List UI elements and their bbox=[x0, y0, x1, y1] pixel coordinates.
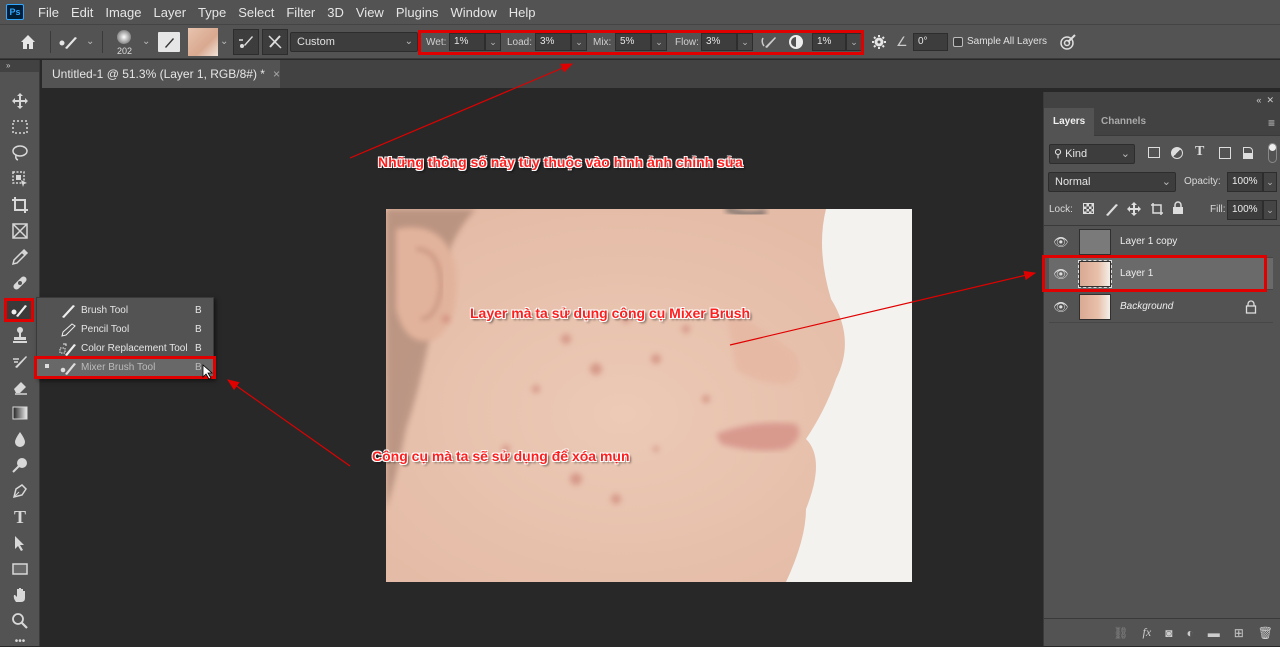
color-replacement-icon bbox=[59, 343, 76, 356]
layers-panel-footer: ⛓ fx ◙ ◐ ▬ ⊞ 🗑 bbox=[1044, 618, 1280, 646]
fx-icon[interactable]: fx bbox=[1143, 625, 1152, 640]
annotation-tool: Công cụ mà ta sẽ sử dụng để xóa mụn bbox=[372, 448, 630, 464]
tab-channels[interactable]: Channels bbox=[1092, 108, 1155, 136]
layer-row-layer-1-copy[interactable]: 👁 Layer 1 copy bbox=[1049, 226, 1273, 258]
close-panel-icon[interactable]: ✕ bbox=[1266, 95, 1274, 105]
lock-artboard-icon[interactable] bbox=[1150, 202, 1164, 216]
shortcut-key: B bbox=[195, 343, 202, 354]
chevron-down-icon: ⌄ bbox=[1120, 148, 1130, 160]
search-icon: ⚲ bbox=[1054, 148, 1063, 160]
arrow-to-options bbox=[349, 63, 574, 159]
mixer-brush-icon bbox=[60, 362, 76, 375]
annotation-layer: Layer mà ta sử dụng công cụ Mixer Brush bbox=[470, 305, 751, 321]
shortcut-key: B bbox=[195, 324, 202, 335]
fill-input[interactable]: 100% bbox=[1227, 200, 1263, 220]
adjustment-layer-filter-icon[interactable] bbox=[1171, 147, 1183, 159]
brush-tools-flyout: Brush Tool B Pencil Tool B Color Replace… bbox=[36, 297, 215, 379]
visibility-eye-icon[interactable]: 👁 bbox=[1049, 267, 1073, 281]
brush-icon bbox=[62, 304, 75, 318]
flyout-label: Mixer Brush Tool bbox=[81, 362, 156, 373]
chevron-down-icon: ⌄ bbox=[1161, 176, 1171, 188]
lock-all-icon[interactable] bbox=[1172, 201, 1184, 215]
flyout-item-color-replacement-tool[interactable]: Color Replacement Tool B bbox=[37, 339, 215, 358]
lock-transparent-pixels-icon[interactable] bbox=[1083, 203, 1094, 214]
flyout-item-pencil-tool[interactable]: Pencil Tool B bbox=[37, 320, 215, 339]
layer-row-layer-1[interactable]: 👁 Layer 1 bbox=[1049, 258, 1273, 290]
selected-indicator bbox=[45, 364, 49, 368]
flyout-item-mixer-brush-tool[interactable]: Mixer Brush Tool B bbox=[37, 358, 215, 377]
fill-label: Fill: bbox=[1210, 204, 1226, 215]
blend-mode-value: Normal bbox=[1055, 176, 1091, 188]
tab-layers[interactable]: Layers bbox=[1044, 108, 1095, 136]
pixel-layer-filter-icon[interactable] bbox=[1148, 147, 1160, 158]
lock-label: Lock: bbox=[1049, 204, 1073, 215]
layer-name: Background bbox=[1120, 301, 1174, 312]
shape-layer-filter-icon[interactable] bbox=[1219, 147, 1231, 159]
layer-row-background[interactable]: 👁 Background bbox=[1049, 291, 1273, 323]
layer-thumbnail bbox=[1079, 293, 1111, 320]
lock-image-pixels-icon[interactable] bbox=[1105, 202, 1119, 216]
adjustment-layer-icon[interactable]: ◐ bbox=[1186, 626, 1193, 640]
filter-toggle[interactable] bbox=[1268, 143, 1277, 163]
panel-header: « ✕ bbox=[1044, 92, 1280, 108]
type-layer-filter-icon[interactable]: T bbox=[1195, 144, 1204, 160]
lock-position-icon[interactable] bbox=[1127, 202, 1141, 216]
visibility-eye-icon[interactable]: 👁 bbox=[1049, 235, 1073, 249]
arrow-to-layer bbox=[729, 270, 1037, 346]
filter-value: Kind bbox=[1065, 148, 1088, 160]
panel-menu-icon[interactable]: ≡ bbox=[1268, 116, 1275, 130]
arrow-to-tool bbox=[227, 379, 351, 467]
flyout-label: Pencil Tool bbox=[81, 324, 130, 335]
pencil-icon bbox=[61, 322, 76, 337]
opacity-dropdown[interactable]: ⌄ bbox=[1263, 172, 1277, 192]
layer-filter-select[interactable]: ⚲ Kind ⌄ bbox=[1049, 144, 1135, 164]
new-layer-icon[interactable]: ⊞ bbox=[1234, 626, 1244, 640]
layer-name: Layer 1 copy bbox=[1120, 236, 1178, 247]
opacity-input[interactable]: 100% bbox=[1227, 172, 1263, 192]
flyout-label: Color Replacement Tool bbox=[81, 343, 188, 354]
lock-icon bbox=[1245, 299, 1257, 314]
opacity-label: Opacity: bbox=[1184, 176, 1221, 187]
layer-thumbnail bbox=[1078, 259, 1112, 288]
link-layers-icon[interactable]: ⛓ bbox=[1113, 626, 1128, 640]
new-group-icon[interactable]: ▬ bbox=[1208, 626, 1220, 640]
trash-icon[interactable]: 🗑 bbox=[1258, 626, 1273, 640]
smart-object-filter-icon[interactable] bbox=[1243, 147, 1253, 159]
layers-panel: « ✕ Layers Channels ≡ ⚲ Kind ⌄ T Normal ⌄ … bbox=[1043, 92, 1280, 646]
annotation-parameters: Những thông số này tùy thuộc vào hình ản… bbox=[378, 154, 743, 170]
layer-name: Layer 1 bbox=[1120, 268, 1154, 279]
add-mask-icon[interactable]: ◙ bbox=[1165, 626, 1172, 640]
fill-dropdown[interactable]: ⌄ bbox=[1263, 200, 1277, 220]
mouse-cursor-icon bbox=[202, 364, 214, 380]
visibility-eye-icon[interactable]: 👁 bbox=[1049, 300, 1073, 314]
flyout-item-brush-tool[interactable]: Brush Tool B bbox=[37, 301, 215, 320]
layer-thumbnail bbox=[1079, 228, 1111, 255]
shortcut-key: B bbox=[195, 305, 202, 316]
flyout-label: Brush Tool bbox=[81, 305, 129, 316]
blend-mode-select[interactable]: Normal ⌄ bbox=[1048, 172, 1176, 192]
panel-tabs: Layers Channels ≡ bbox=[1044, 108, 1280, 136]
collapse-panel-icon[interactable]: « bbox=[1256, 95, 1261, 105]
